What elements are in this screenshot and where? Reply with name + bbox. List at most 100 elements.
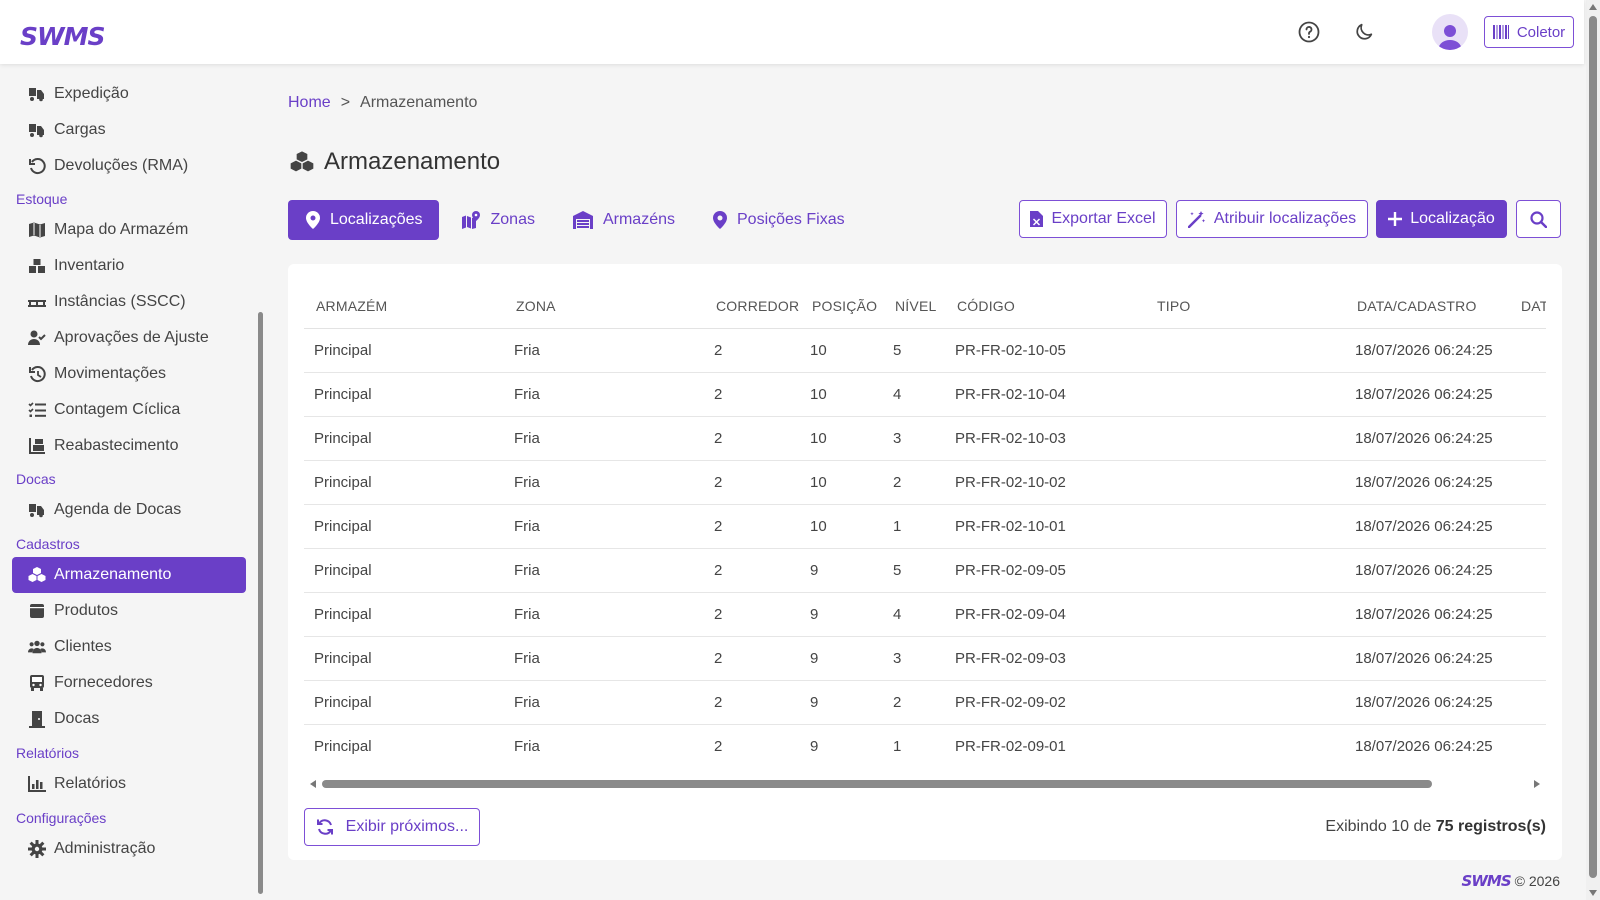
sidebar-scrollbar[interactable] (258, 312, 263, 894)
scroll-left-arrow[interactable] (310, 780, 316, 788)
column-header-nivel[interactable]: NÍVEL (883, 284, 945, 329)
sidebar-item-expedicao[interactable]: Expedição (12, 76, 246, 112)
table-row[interactable]: Principal Fria 2 9 1 PR-FR-02-09-01 18/07/2026… (304, 724, 1546, 754)
app-logo[interactable]: SWMS (20, 22, 105, 51)
cell-zona: Fria (504, 328, 704, 373)
sidebar-item-contagem-ciclica[interactable]: Contagem Cíclica (12, 392, 246, 428)
table-row[interactable]: Principal Fria 2 9 5 PR-FR-02-09-05 18/07/2026… (304, 548, 1546, 593)
show-more-label: Exibir próximos... (345, 818, 469, 835)
column-header-corredor[interactable]: CORREDOR (704, 284, 800, 329)
bus-icon (28, 674, 46, 692)
scroll-down-arrow[interactable] (1589, 890, 1597, 896)
cell-posicao: 10 (800, 460, 883, 505)
cell-posicao: 9 (800, 548, 883, 593)
cell-posicao: 10 (800, 504, 883, 549)
scroll-thumb[interactable] (1589, 16, 1597, 878)
sidebar-item-docas[interactable]: Docas (12, 701, 246, 737)
scroll-thumb[interactable] (322, 780, 1432, 788)
table-row[interactable]: Principal Fria 2 10 4 PR-FR-02-10-04 18/07/202… (304, 372, 1546, 417)
cell-data-cadastro: 18/07/2026 06:24:25 (1345, 724, 1509, 754)
table-horizontal-scrollbar[interactable] (304, 778, 1546, 790)
sidebar-item-fornecedores[interactable]: Fornecedores (12, 665, 246, 701)
page-title: Armazenamento (290, 148, 500, 176)
user-avatar[interactable] (1432, 14, 1468, 50)
sidebar-item-clientes[interactable]: Clientes (12, 629, 246, 665)
sidebar-item-label: Aprovações de Ajuste (54, 329, 209, 346)
sidebar-item-label: Reabastecimento (54, 437, 179, 454)
door-icon (28, 710, 46, 728)
locations-table-container[interactable]: ARMAZÉM ZONA CORREDOR POSIÇÃO NÍVEL CÓDI… (304, 284, 1546, 754)
cell-nivel: 3 (883, 416, 945, 461)
tab-label: Localizações (330, 211, 423, 228)
table-row[interactable]: Principal Fria 2 9 3 PR-FR-02-09-03 18/07/2026… (304, 636, 1546, 681)
sidebar-item-reabastecimento[interactable]: Reabastecimento (12, 428, 246, 464)
table-row[interactable]: Principal Fria 2 10 2 PR-FR-02-10-02 18/07/202… (304, 460, 1546, 505)
sidebar-item-label: Instâncias (SSCC) (54, 293, 186, 310)
sidebar-section-docas: Docas (16, 471, 56, 487)
breadcrumb-home-link[interactable]: Home (288, 94, 331, 112)
magic-wand-icon (1187, 211, 1206, 228)
dark-mode-toggle[interactable] (1348, 16, 1380, 48)
sidebar-item-movimentacoes[interactable]: Movimentações (12, 356, 246, 392)
records-total: 75 registros(s) (1435, 818, 1546, 835)
sidebar-item-label: Produtos (54, 602, 119, 619)
cell-posicao: 10 (800, 372, 883, 417)
cell-corredor: 2 (704, 328, 800, 373)
table-row[interactable]: Principal Fria 2 10 1 PR-FR-02-10-01 18/07/202… (304, 504, 1546, 549)
cell-tipo (1145, 504, 1345, 549)
sidebar-item-inventario[interactable]: Inventario (12, 248, 246, 284)
records-count: Exibindo 10 de 75 registros(s) (1325, 818, 1546, 836)
cell-zona: Fria (504, 592, 704, 637)
table-row[interactable]: Principal Fria 2 9 4 PR-FR-02-09-04 18/07/2026… (304, 592, 1546, 637)
tab-armazens[interactable]: Armazéns (555, 200, 691, 240)
column-header-zona[interactable]: ZONA (504, 284, 704, 329)
column-header-codigo[interactable]: CÓDIGO (945, 284, 1145, 329)
sidebar-item-agenda-docas[interactable]: Agenda de Docas (12, 492, 246, 528)
column-header-data-cadastro[interactable]: DATA/CADASTRO (1345, 284, 1509, 329)
sidebar-item-mapa-armazem[interactable]: Mapa do Armazém (12, 212, 246, 248)
page-vertical-scrollbar[interactable] (1586, 0, 1600, 900)
table-row[interactable]: Principal Fria 2 10 3 PR-FR-02-10-03 18/07/202… (304, 416, 1546, 461)
cell-nivel: 2 (883, 460, 945, 505)
table-row[interactable]: Principal Fria 2 10 5 PR-FR-02-10-05 18/07/202… (304, 328, 1546, 373)
sidebar-item-administracao[interactable]: Administração (12, 831, 246, 867)
assign-locations-button[interactable]: Atribuir localizações (1176, 200, 1368, 238)
sidebar-item-label: Cargas (54, 121, 106, 138)
sidebar-item-instancias[interactable]: Instâncias (SSCC) (12, 284, 246, 320)
scroll-up-arrow[interactable] (1589, 4, 1597, 10)
show-more-button[interactable]: Exibir próximos... (304, 808, 480, 846)
sidebar-item-aprovacoes[interactable]: Aprovações de Ajuste (12, 320, 246, 356)
column-header-posicao[interactable]: POSIÇÃO (800, 284, 883, 329)
sidebar-item-armazenamento[interactable]: Armazenamento (12, 557, 246, 593)
cell-corredor: 2 (704, 416, 800, 461)
cell-zona: Fria (504, 416, 704, 461)
sidebar-section-configuracoes: Configurações (16, 810, 107, 826)
column-header-dat[interactable]: DAT (1509, 284, 1546, 329)
search-button[interactable] (1516, 200, 1561, 238)
column-header-armazem[interactable]: ARMAZÉM (304, 284, 504, 329)
help-button[interactable] (1293, 16, 1325, 48)
footer-logo: SWMS (1461, 872, 1512, 890)
add-location-button[interactable]: Localização (1376, 200, 1507, 238)
map-marked-icon (461, 211, 480, 229)
cell-dat (1509, 680, 1546, 725)
sidebar-item-devolucoes[interactable]: Devoluções (RMA) (12, 148, 246, 184)
export-excel-button[interactable]: Exportar Excel (1019, 200, 1167, 238)
tab-zonas[interactable]: Zonas (443, 200, 551, 240)
warehouse-icon (572, 211, 593, 229)
cell-dat (1509, 636, 1546, 681)
sidebar-item-relatorios[interactable]: Relatórios (12, 766, 246, 802)
sidebar-item-cargas[interactable]: Cargas (12, 112, 246, 148)
scroll-right-arrow[interactable] (1534, 780, 1540, 788)
boxes-icon (28, 257, 46, 275)
tab-posicoes-fixas[interactable]: Posições Fixas (695, 200, 861, 240)
table-row[interactable]: Principal Fria 2 9 2 PR-FR-02-09-02 18/07/2026… (304, 680, 1546, 725)
cell-codigo: PR-FR-02-10-05 (945, 328, 1145, 373)
column-header-tipo[interactable]: TIPO (1145, 284, 1345, 329)
coletor-button[interactable]: Coletor (1484, 16, 1574, 48)
file-excel-icon (1030, 211, 1044, 227)
cell-dat (1509, 592, 1546, 637)
sidebar-item-produtos[interactable]: Produtos (12, 593, 246, 629)
tab-localizacoes[interactable]: Localizações (288, 200, 439, 240)
cell-tipo (1145, 328, 1345, 373)
